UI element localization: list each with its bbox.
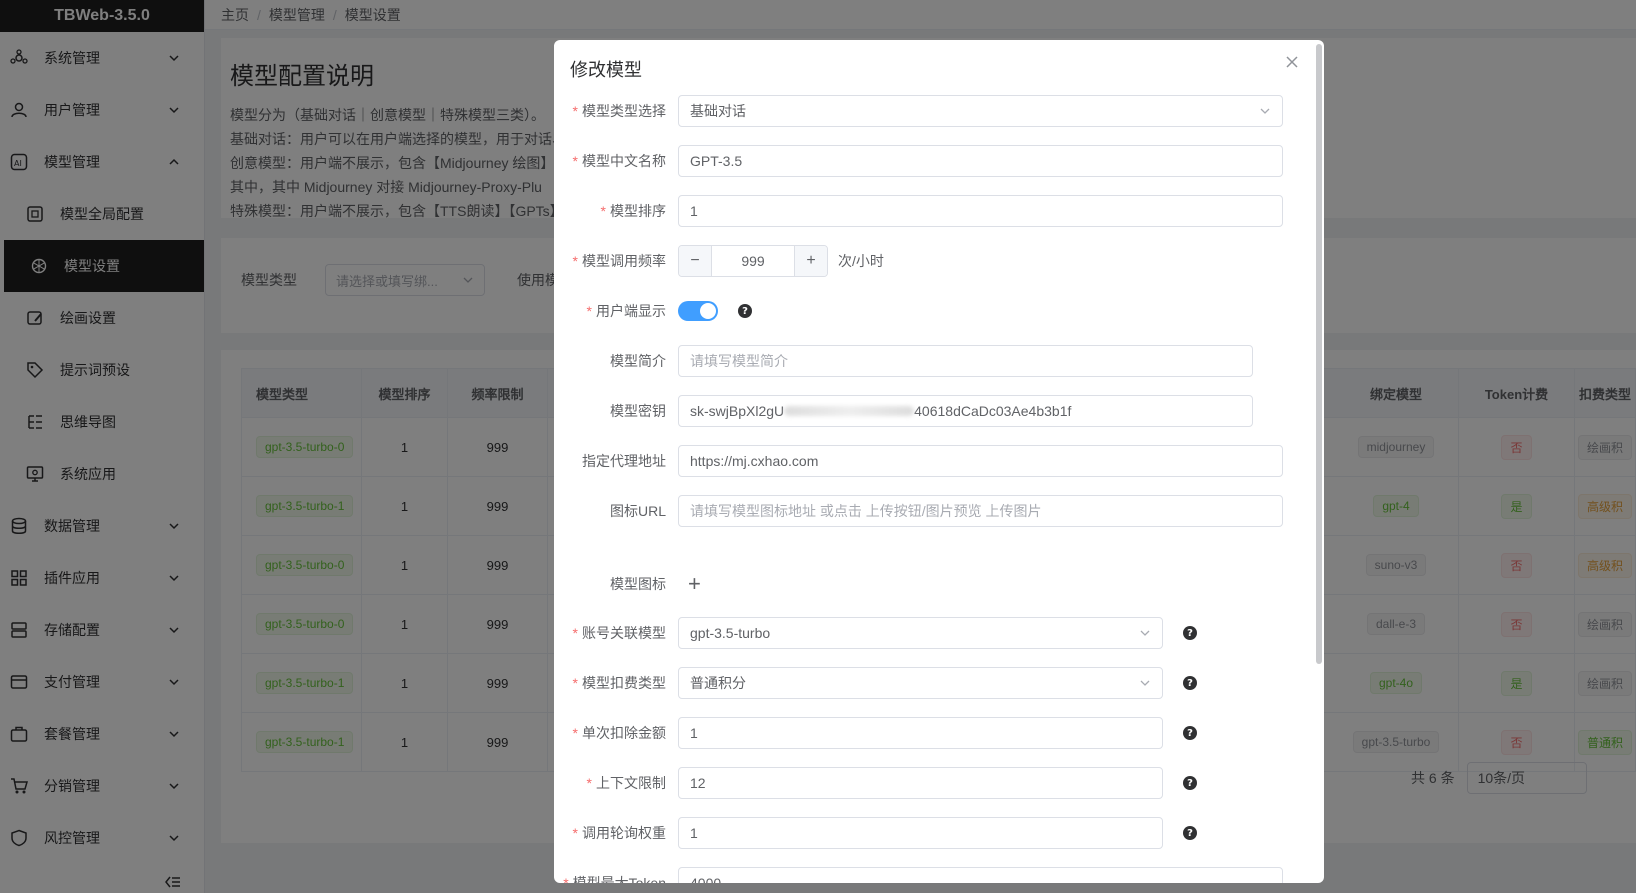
close-icon[interactable]	[1284, 54, 1300, 70]
form-row-show: * 用户端显示 ?	[554, 295, 752, 327]
freq-value[interactable]: 999	[711, 246, 795, 276]
icon-url-label: 图标URL	[609, 503, 666, 519]
increment-button[interactable]: +	[795, 246, 827, 276]
desc-input[interactable]: 请填写模型简介	[678, 345, 1253, 377]
weight-label: * 调用轮询权重	[572, 825, 666, 841]
form-row-bind: * 账号关联模型 gpt-3.5-turbo ?	[554, 617, 1197, 649]
show-label: * 用户端显示	[586, 303, 666, 319]
help-icon[interactable]: ?	[1183, 776, 1197, 790]
deduct-input[interactable]: 1	[678, 717, 1163, 749]
freq-unit: 次/小时	[838, 253, 884, 269]
form-row-cn-name: * 模型中文名称 GPT-3.5	[554, 145, 1283, 177]
cn-name-input[interactable]: GPT-3.5	[678, 145, 1283, 177]
dialog-title: 修改模型	[570, 60, 642, 80]
upload-plus-icon[interactable]: +	[688, 571, 701, 597]
bind-model-select[interactable]: gpt-3.5-turbo	[678, 617, 1163, 649]
model-type-label: * 模型类型选择	[572, 103, 666, 119]
form-row-max-token: * 模型最大Token 4000	[554, 867, 1283, 883]
form-row-proxy: 指定代理地址 https://mj.cxhao.com	[554, 445, 1283, 477]
icon-label: 模型图标	[610, 576, 666, 592]
form-row-type: * 模型类型选择 基础对话	[554, 95, 1283, 127]
model-type-value: 基础对话	[690, 103, 746, 119]
max-token-label: * 模型最大Token	[563, 875, 666, 883]
form-row-context: * 上下文限制 12 ?	[554, 767, 1197, 799]
key-prefix: sk-swjBpXl2gU	[690, 403, 785, 419]
form-row-deduct: * 单次扣除金额 1 ?	[554, 717, 1197, 749]
proxy-input[interactable]: https://mj.cxhao.com	[678, 445, 1283, 477]
proxy-label: 指定代理地址	[582, 453, 666, 469]
key-label: 模型密钥	[610, 403, 666, 419]
context-input[interactable]: 12	[678, 767, 1163, 799]
help-icon[interactable]: ?	[738, 304, 752, 318]
order-input[interactable]: 1	[678, 195, 1283, 227]
form-row-freq: * 模型调用频率 − 999 + 次/小时	[554, 245, 884, 277]
form-row-icon: 模型图标 +	[554, 568, 701, 600]
desc-label: 模型简介	[610, 353, 666, 369]
max-token-input[interactable]: 4000	[678, 867, 1283, 883]
key-suffix: 40618dCaDc03Ae4b3b1f	[914, 403, 1072, 419]
form-row-desc: 模型简介 请填写模型简介	[554, 345, 1253, 377]
fee-type-label: * 模型扣费类型	[572, 675, 666, 691]
help-icon[interactable]: ?	[1183, 676, 1197, 690]
order-label: * 模型排序	[600, 203, 666, 219]
form-row-order: * 模型排序 1	[554, 195, 1283, 227]
form-row-weight: * 调用轮询权重 1 ?	[554, 817, 1197, 849]
chevron-down-icon	[1140, 630, 1150, 636]
freq-label: * 模型调用频率	[572, 253, 666, 269]
edit-model-dialog: 修改模型 * 模型类型选择 基础对话 * 模型中文名称 GPT-3.5 * 模型排序 …	[554, 40, 1324, 883]
form-row-icon-url: 图标URL 请填写模型图标地址 或点击 上传按钮/图片预览 上传图片	[554, 495, 1283, 527]
redacted-blur	[784, 406, 915, 416]
decrement-button[interactable]: −	[679, 246, 711, 276]
cn-name-label: * 模型中文名称	[572, 153, 666, 169]
icon-url-input[interactable]: 请填写模型图标地址 或点击 上传按钮/图片预览 上传图片	[678, 495, 1283, 527]
help-icon[interactable]: ?	[1183, 626, 1197, 640]
chevron-down-icon	[1260, 108, 1270, 114]
bind-label: * 账号关联模型	[572, 625, 666, 641]
key-input[interactable]: sk-swjBpXl2gU 40618dCaDc03Ae4b3b1f	[678, 395, 1253, 427]
form-row-key: 模型密钥 sk-swjBpXl2gU 40618dCaDc03Ae4b3b1f	[554, 395, 1253, 427]
form-row-fee-type: * 模型扣费类型 普通积分 ?	[554, 667, 1197, 699]
deduct-label: * 单次扣除金额	[572, 725, 666, 741]
chevron-down-icon	[1140, 680, 1150, 686]
fee-type-select[interactable]: 普通积分	[678, 667, 1163, 699]
freq-stepper[interactable]: − 999 +	[678, 245, 828, 277]
help-icon[interactable]: ?	[1183, 826, 1197, 840]
fee-type-value: 普通积分	[690, 675, 746, 691]
user-show-toggle[interactable]	[678, 301, 718, 321]
dialog-scrollbar[interactable]	[1316, 44, 1322, 664]
bind-model-value: gpt-3.5-turbo	[690, 625, 771, 641]
help-icon[interactable]: ?	[1183, 726, 1197, 740]
weight-input[interactable]: 1	[678, 817, 1163, 849]
context-label: * 上下文限制	[586, 775, 666, 791]
model-type-select[interactable]: 基础对话	[678, 95, 1283, 127]
